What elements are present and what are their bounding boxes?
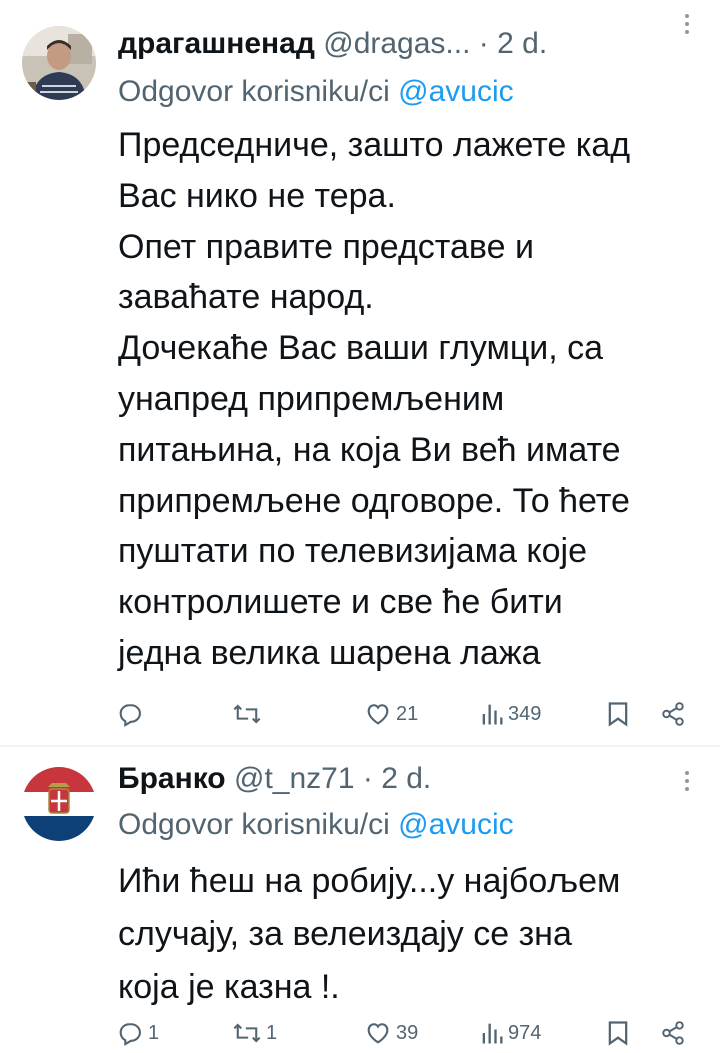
display-name[interactable]: драгашненад <box>118 27 315 60</box>
share-button[interactable] <box>660 1013 686 1053</box>
user-handle[interactable]: @t_nz71 <box>234 762 355 795</box>
display-name[interactable]: Бранко <box>118 762 226 795</box>
views-count: 974 <box>508 1021 542 1044</box>
heart-icon <box>367 1023 389 1044</box>
tweet-header: драгашненад @dragas... · 2 d. <box>118 24 700 64</box>
user-handle[interactable]: @dragas... <box>323 27 470 60</box>
views-button[interactable]: 349 <box>480 694 541 734</box>
like-count: 21 <box>396 702 419 725</box>
like-button[interactable]: 39 <box>364 1013 418 1053</box>
timestamp[interactable]: 2 d. <box>497 27 547 60</box>
action-bar: 21 349 <box>0 694 720 734</box>
reply-mention-link[interactable]: @avucic <box>398 75 514 108</box>
action-bar: 1 1 39 974 <box>0 1013 720 1053</box>
tweet-header: Бранко @t_nz71 · 2 d. <box>118 759 700 799</box>
reply-prefix: Odgovor korisniku/ci <box>118 75 390 108</box>
more-icon[interactable] <box>684 771 690 795</box>
reply-icon <box>119 1023 141 1046</box>
bookmark-button[interactable] <box>606 1013 630 1053</box>
bookmark-icon <box>608 1021 628 1046</box>
share-icon <box>662 702 684 726</box>
tweet-text: Ићи ћеш на робију...у најбољем случају, … <box>118 862 621 1006</box>
reply-mention-link[interactable]: @avucic <box>398 808 514 841</box>
timestamp[interactable]: 2 d. <box>381 762 431 795</box>
views-button[interactable]: 974 <box>480 1013 541 1053</box>
retweet-button[interactable]: 1 <box>232 1013 277 1053</box>
reply-button[interactable]: 1 <box>116 1013 159 1053</box>
retweet-icon <box>233 1023 261 1043</box>
separator-dot: · <box>362 762 373 795</box>
avatar[interactable] <box>22 767 96 841</box>
tweet-text: Председниче, зашто лажете кад Вас нико н… <box>118 126 631 672</box>
avatar[interactable] <box>22 26 96 100</box>
tweet[interactable]: драгашненад @dragas... · 2 d. Odgovor ko… <box>0 0 720 746</box>
share-button[interactable] <box>660 694 686 734</box>
more-icon[interactable] <box>684 14 690 38</box>
tweet[interactable]: Бранко @t_nz71 · 2 d. Odgovor korisniku/… <box>0 747 720 1053</box>
reply-prefix: Odgovor korisniku/ci <box>118 808 390 841</box>
bookmark-button[interactable] <box>606 694 630 734</box>
separator-dot: · <box>478 27 489 60</box>
like-button[interactable]: 21 <box>364 694 418 734</box>
retweet-icon <box>233 704 261 724</box>
retweet-count: 1 <box>266 1021 278 1044</box>
reply-button[interactable] <box>116 694 148 734</box>
views-icon <box>482 704 503 725</box>
views-icon <box>482 1023 503 1044</box>
heart-icon <box>367 704 389 725</box>
bookmark-icon <box>608 702 628 727</box>
reply-context: Odgovor korisniku/ci @avucic <box>118 72 700 112</box>
reply-icon <box>119 704 141 727</box>
like-count: 39 <box>396 1021 419 1044</box>
views-count: 349 <box>508 702 542 725</box>
reply-count: 1 <box>148 1021 160 1044</box>
share-icon <box>662 1021 684 1045</box>
reply-context: Odgovor korisniku/ci @avucic <box>118 805 700 845</box>
retweet-button[interactable] <box>232 694 266 734</box>
